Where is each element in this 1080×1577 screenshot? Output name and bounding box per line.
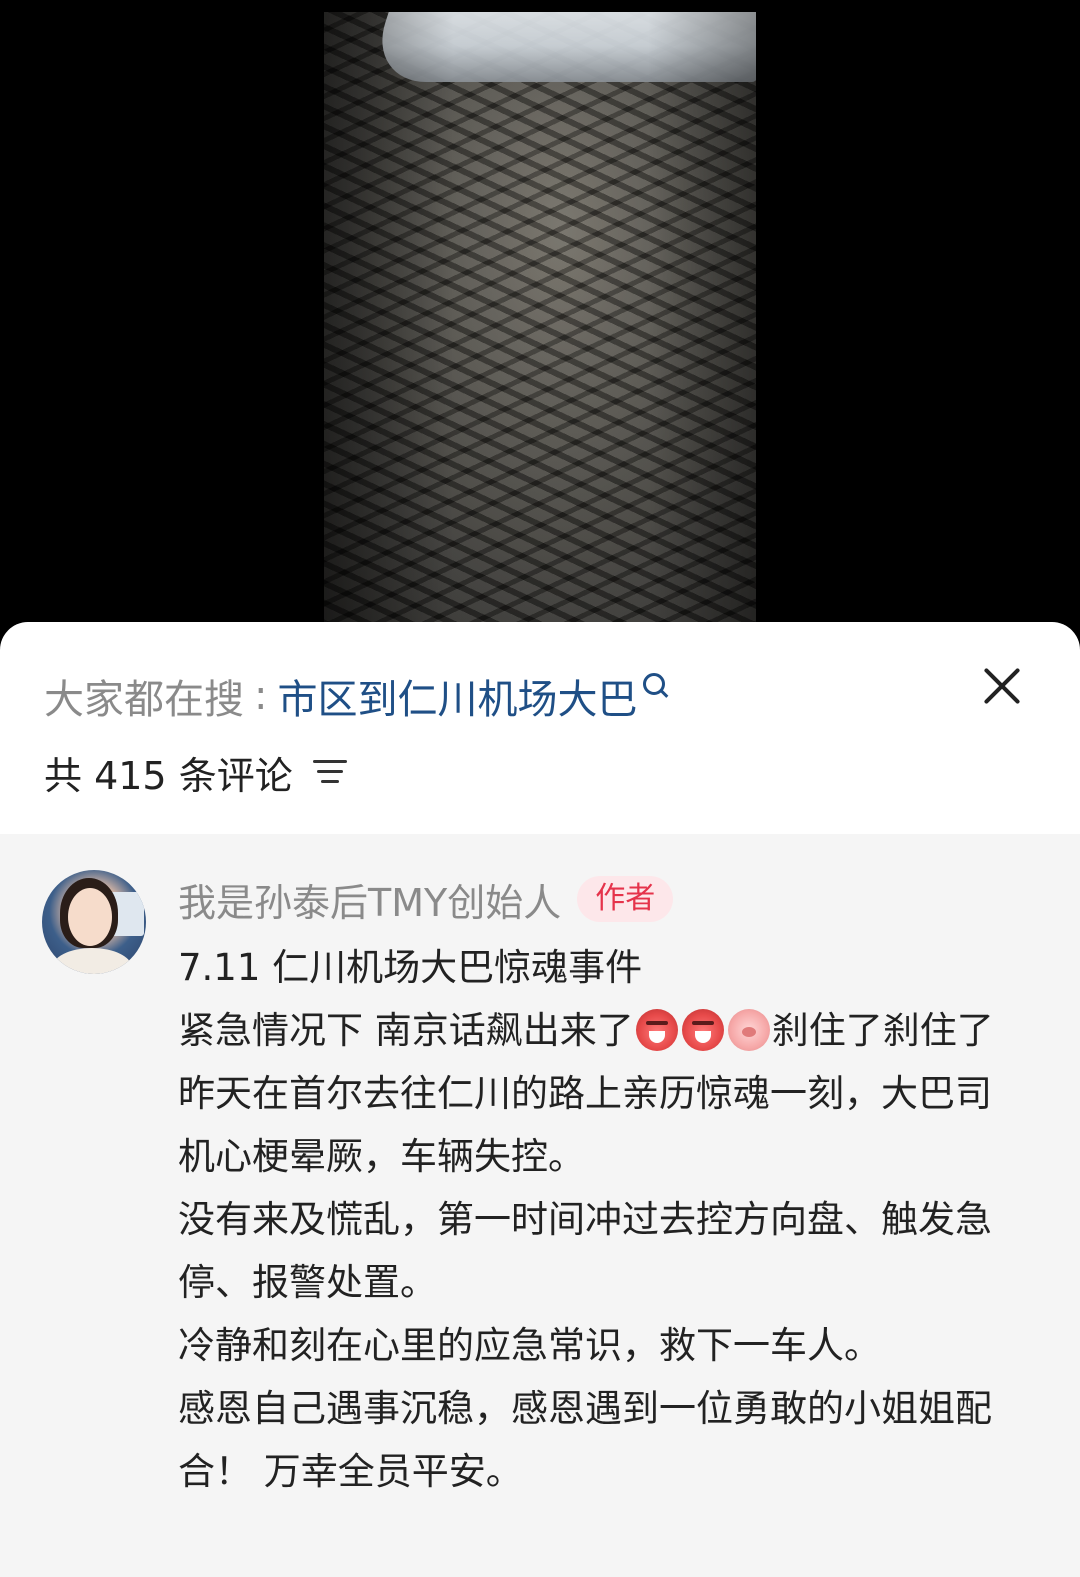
comments-header: 共 415 条评论: [44, 744, 347, 800]
comment-title: 7.11 仁川机场大巴惊魂事件: [178, 946, 643, 989]
pig-emoji-icon: [727, 1009, 770, 1051]
sort-icon[interactable]: [312, 760, 347, 784]
comment-text[interactable]: 7.11 仁川机场大巴惊魂事件 紧急情况下 南京话飙出来了 刹住了刹住了 昨天在首…: [178, 936, 1028, 1503]
comment-count: 共 415 条评论: [44, 753, 293, 798]
video-frame: [324, 12, 756, 626]
author-name[interactable]: 我是孙泰后TMY创始人: [178, 872, 561, 927]
author-row: 我是孙泰后TMY创始人 作者: [178, 870, 1028, 928]
comment-paragraph-4: 感恩自己遇事沉稳，感恩遇到一位勇敢的小姐姐配合！ 万幸全员平安。: [178, 1387, 992, 1493]
trending-search-separator: :: [254, 673, 268, 719]
trending-search-prefix: 大家都在搜: [44, 677, 244, 723]
comment-sheet: 大家都在搜 : 市区到仁川机场大巴 共 415 条评论 我是孙泰后TMY创始人 …: [0, 622, 1080, 1577]
comment-paragraph-1: 昨天在首尔去往仁川的路上亲历惊魂一刻，大巴司机心梗晕厥，车辆失控。: [178, 1072, 992, 1178]
comment-item: 我是孙泰后TMY创始人 作者 7.11 仁川机场大巴惊魂事件 紧急情况下 南京话…: [178, 870, 1028, 1503]
comment-list: 我是孙泰后TMY创始人 作者 7.11 仁川机场大巴惊魂事件 紧急情况下 南京话…: [0, 834, 1080, 1577]
comment-paragraph-2: 没有来及慌乱，第一时间冲过去控方向盘、触发急停、报警处置。: [178, 1198, 992, 1304]
author-badge: 作者: [577, 876, 674, 922]
comment-paragraph-3: 冷静和刻在心里的应急常识，救下一车人。: [178, 1324, 881, 1367]
scream-emoji-icon: [635, 1009, 678, 1051]
trending-search-link[interactable]: 市区到仁川机场大巴: [277, 667, 637, 725]
search-icon[interactable]: [643, 673, 666, 695]
avatar[interactable]: [42, 870, 146, 974]
comment-line-2: 紧急情况下 南京话飙出来了 刹住了刹住了: [178, 1009, 994, 1052]
trending-search-row[interactable]: 大家都在搜 : 市区到仁川机场大巴: [44, 666, 666, 726]
close-icon[interactable]: [980, 664, 1024, 708]
scream-emoji-icon: [681, 1009, 724, 1051]
video-player[interactable]: [0, 0, 1080, 640]
